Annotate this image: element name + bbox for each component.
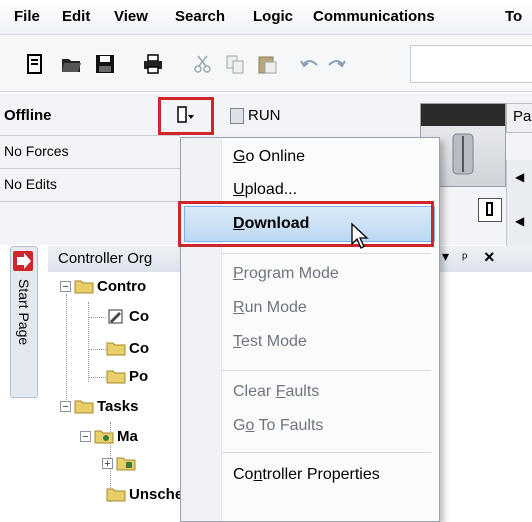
edits-status: No Edits bbox=[4, 176, 57, 192]
menu-item-program-mode[interactable]: Program Mode bbox=[233, 265, 339, 283]
menu-item-upload[interactable]: Upload... bbox=[233, 181, 297, 199]
save-icon[interactable] bbox=[94, 53, 116, 75]
collapse-icon[interactable]: − bbox=[60, 281, 71, 293]
menu-item-test-mode[interactable]: Test Mode bbox=[233, 333, 307, 351]
start-page-arrow-icon bbox=[13, 251, 33, 271]
pa-tab[interactable]: Pa bbox=[506, 103, 532, 133]
communications-dropdown-menu: Go Online Upload... Download Program Mod… bbox=[180, 137, 440, 522]
tree-item-controller[interactable]: − Contro bbox=[60, 278, 146, 295]
menu-item-label: Run Mode bbox=[233, 299, 307, 316]
pane-menu-icon[interactable]: ▾ bbox=[442, 248, 449, 265]
pin-icon[interactable]: ᵖ bbox=[462, 249, 467, 265]
task-folder-icon bbox=[94, 430, 114, 444]
program-folder-icon bbox=[116, 457, 136, 471]
paste-icon[interactable] bbox=[256, 53, 278, 75]
menu-item-label: Program Mode bbox=[233, 265, 339, 282]
menu-logic[interactable]: Logic bbox=[253, 8, 293, 25]
menu-item-label: Controller Properties bbox=[233, 466, 380, 483]
toolbar-search-input[interactable] bbox=[410, 45, 532, 83]
tree-guide bbox=[88, 317, 106, 318]
properties-icon bbox=[108, 309, 123, 324]
folder-icon bbox=[74, 280, 94, 294]
tree-guide bbox=[88, 302, 89, 382]
menu-item-run-mode[interactable]: Run Mode bbox=[233, 299, 307, 317]
folder-icon bbox=[106, 370, 126, 384]
tree-item-program[interactable]: + bbox=[102, 456, 139, 471]
scroll-left-icon[interactable]: ◀ bbox=[515, 214, 524, 228]
side-scroll-area: ◀ ◀ bbox=[506, 160, 532, 250]
menu-separator bbox=[221, 253, 431, 254]
tree-item[interactable]: Co bbox=[106, 340, 149, 357]
tree-item-label: Ma bbox=[117, 428, 138, 445]
menu-item-label: Test Mode bbox=[233, 333, 307, 350]
copy-icon[interactable] bbox=[224, 53, 246, 75]
mouse-cursor-icon bbox=[350, 222, 374, 250]
new-icon[interactable] bbox=[24, 53, 46, 75]
tree-item-label: Co bbox=[129, 308, 149, 325]
status-divider bbox=[0, 168, 180, 169]
controller-small-icon[interactable] bbox=[478, 198, 502, 222]
scroll-left-icon[interactable]: ◀ bbox=[515, 170, 524, 184]
menu-item-label: Clear Faults bbox=[233, 383, 320, 400]
status-divider bbox=[0, 135, 180, 136]
menu-item-clear-faults[interactable]: Clear Faults bbox=[233, 383, 319, 401]
close-icon[interactable]: × bbox=[484, 247, 495, 268]
tree-guide bbox=[88, 377, 106, 378]
path-dropdown-highlight bbox=[158, 97, 214, 135]
controller-mode-label: Offline bbox=[4, 107, 52, 124]
menu-item-label: Go Online bbox=[233, 148, 306, 165]
tree-item-label: Tasks bbox=[97, 398, 139, 415]
menu-edit[interactable]: Edit bbox=[62, 8, 90, 25]
organizer-title: Controller Org bbox=[58, 250, 153, 267]
start-page-tab[interactable]: Start Page bbox=[10, 246, 38, 398]
run-indicator-icon bbox=[230, 108, 244, 124]
menu-search[interactable]: Search bbox=[175, 8, 225, 25]
menu-communications[interactable]: Communications bbox=[313, 8, 435, 25]
tree-item[interactable]: Po bbox=[106, 368, 148, 385]
menu-tools[interactable]: To bbox=[505, 8, 522, 25]
tree-item-tasks[interactable]: − Tasks bbox=[60, 398, 138, 415]
folder-icon bbox=[106, 488, 126, 502]
forces-status: No Forces bbox=[4, 143, 69, 159]
menu-view[interactable]: View bbox=[114, 8, 148, 25]
collapse-icon[interactable]: − bbox=[80, 431, 91, 443]
redo-icon[interactable] bbox=[326, 53, 348, 75]
menu-item-go-online[interactable]: Go Online bbox=[233, 148, 305, 166]
print-icon[interactable] bbox=[142, 53, 164, 75]
undo-icon[interactable] bbox=[298, 53, 320, 75]
menu-item-label: Upload... bbox=[233, 181, 298, 198]
tree-item-main-task[interactable]: − Ma bbox=[80, 428, 138, 445]
menu-separator bbox=[221, 452, 431, 453]
menu-file[interactable]: File bbox=[14, 8, 40, 25]
run-label: RUN bbox=[248, 107, 281, 124]
toolbar bbox=[0, 35, 532, 92]
tree-guide bbox=[66, 294, 67, 412]
folder-icon bbox=[106, 342, 126, 356]
download-highlight-box bbox=[178, 201, 434, 247]
tree-item[interactable]: Co bbox=[106, 308, 149, 325]
cut-icon[interactable] bbox=[192, 53, 214, 75]
tree-item-label: Contro bbox=[97, 278, 147, 295]
collapse-icon[interactable]: − bbox=[60, 401, 71, 413]
menu-gutter bbox=[181, 138, 222, 521]
tree-guide bbox=[88, 349, 106, 350]
menu-item-label: Go To Faults bbox=[233, 417, 324, 434]
tree-item-label: Po bbox=[129, 368, 149, 385]
menu-item-controller-properties[interactable]: Controller Properties bbox=[233, 466, 380, 484]
menu-separator bbox=[221, 370, 431, 371]
status-divider bbox=[0, 201, 180, 202]
menu-bar: File Edit View Search Logic Communicatio… bbox=[0, 0, 532, 35]
menu-item-go-to-faults[interactable]: Go To Faults bbox=[233, 417, 323, 435]
open-icon[interactable] bbox=[60, 53, 82, 75]
start-page-label: Start Page bbox=[16, 279, 32, 346]
tree-item-label: Co bbox=[129, 340, 149, 357]
folder-icon bbox=[74, 400, 94, 414]
expand-icon[interactable]: + bbox=[102, 458, 113, 470]
